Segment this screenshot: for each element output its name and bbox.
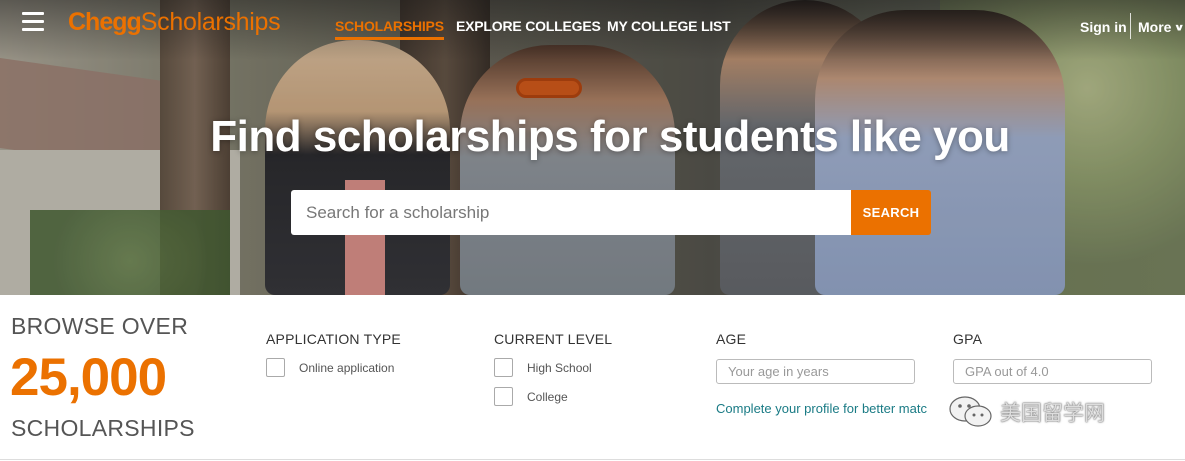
- watermark-text: 美国留学网: [1000, 402, 1105, 425]
- scholarships-label: SCHOLARSHIPS: [11, 415, 195, 441]
- scholarship-search-input[interactable]: [291, 190, 851, 235]
- scholarship-count: 25,000: [10, 348, 167, 407]
- wechat-icon: [949, 396, 992, 427]
- nav-link-explore-colleges[interactable]: EXPLORE COLLEGES: [456, 18, 601, 34]
- gpa-input[interactable]: [953, 359, 1152, 384]
- online-application-checkbox-row[interactable]: Online application: [266, 358, 394, 377]
- online-application-checkbox[interactable]: [266, 358, 285, 377]
- online-application-label: Online application: [299, 360, 395, 375]
- nav-link-my-college-list[interactable]: MY COLLEGE LIST: [607, 18, 731, 34]
- high-school-checkbox[interactable]: [494, 358, 513, 377]
- watermark: 美国留学网: [948, 395, 1105, 429]
- more-label: More: [1138, 19, 1172, 35]
- browse-over-label: BROWSE OVER: [11, 313, 189, 339]
- current-level-title: CURRENT LEVEL: [494, 331, 613, 347]
- hero-headline: Find scholarships for students like you: [210, 112, 1010, 161]
- college-checkbox-row[interactable]: College: [494, 387, 568, 406]
- logo-product: Scholarships: [140, 8, 281, 36]
- top-nav: CheggScholarships SCHOLARSHIPS EXPLORE C…: [0, 0, 1185, 52]
- nav-link-scholarships[interactable]: SCHOLARSHIPS: [335, 18, 444, 40]
- college-checkbox[interactable]: [494, 387, 513, 406]
- search-button[interactable]: SEARCH: [851, 190, 931, 235]
- more-menu-button[interactable]: More ∨: [1138, 19, 1185, 36]
- nav-divider: [1130, 13, 1131, 39]
- logo-brand: Chegg: [68, 8, 142, 36]
- high-school-label: High School: [527, 360, 592, 375]
- chegg-scholarships-logo[interactable]: CheggScholarships: [68, 8, 281, 37]
- high-school-checkbox-row[interactable]: High School: [494, 358, 592, 377]
- age-title: AGE: [716, 331, 747, 347]
- application-type-title: APPLICATION TYPE: [266, 331, 401, 347]
- chevron-down-icon: ∨: [1173, 21, 1185, 33]
- hamburger-menu-icon[interactable]: [22, 12, 44, 32]
- college-label: College: [527, 389, 568, 404]
- section-divider: [0, 459, 1185, 460]
- gpa-title: GPA: [953, 331, 983, 347]
- complete-profile-link[interactable]: Complete your profile for better matc: [716, 401, 927, 416]
- age-input[interactable]: [716, 359, 915, 384]
- sign-in-link[interactable]: Sign in: [1080, 19, 1127, 35]
